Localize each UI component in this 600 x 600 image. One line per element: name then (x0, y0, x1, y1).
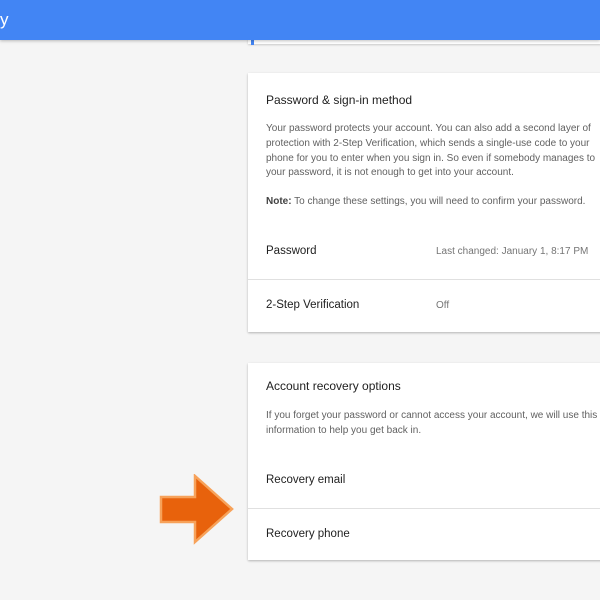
recovery-phone-row[interactable]: Recovery phone (248, 508, 600, 561)
recovery-email-label: Recovery email (266, 474, 346, 486)
password-signin-description: Your password protects your account. You… (266, 123, 596, 179)
password-last-changed: Last changed: January 1, 8:17 PM (436, 246, 589, 257)
password-row-label: Password (266, 245, 317, 257)
two-step-verification-label: 2-Step Verification (266, 299, 360, 311)
account-recovery-description: If you forget your password or cannot ac… (266, 410, 598, 436)
two-step-verification-row[interactable]: 2-Step Verification Off (248, 279, 600, 332)
app-title: y (0, 10, 9, 29)
account-recovery-title: Account recovery options (266, 379, 401, 393)
note-label: Note: (266, 196, 292, 207)
previous-card-accent (251, 40, 254, 45)
arrow-right-icon (159, 474, 234, 545)
app-header: y (0, 0, 600, 40)
two-step-verification-status: Off (436, 300, 450, 311)
password-row[interactable]: Password Last changed: January 1, 8:17 P… (248, 226, 600, 278)
password-signin-title: Password & sign-in method (266, 93, 413, 107)
account-recovery-card: Account recovery options If you forget y… (248, 363, 600, 560)
recovery-email-row[interactable]: Recovery email (248, 455, 600, 507)
password-signin-card: Password & sign-in method Your password … (248, 73, 600, 332)
password-signin-note: Note: To change these settings, you will… (266, 195, 585, 209)
note-text: To change these settings, you will need … (291, 196, 586, 207)
recovery-phone-label: Recovery phone (266, 528, 350, 540)
